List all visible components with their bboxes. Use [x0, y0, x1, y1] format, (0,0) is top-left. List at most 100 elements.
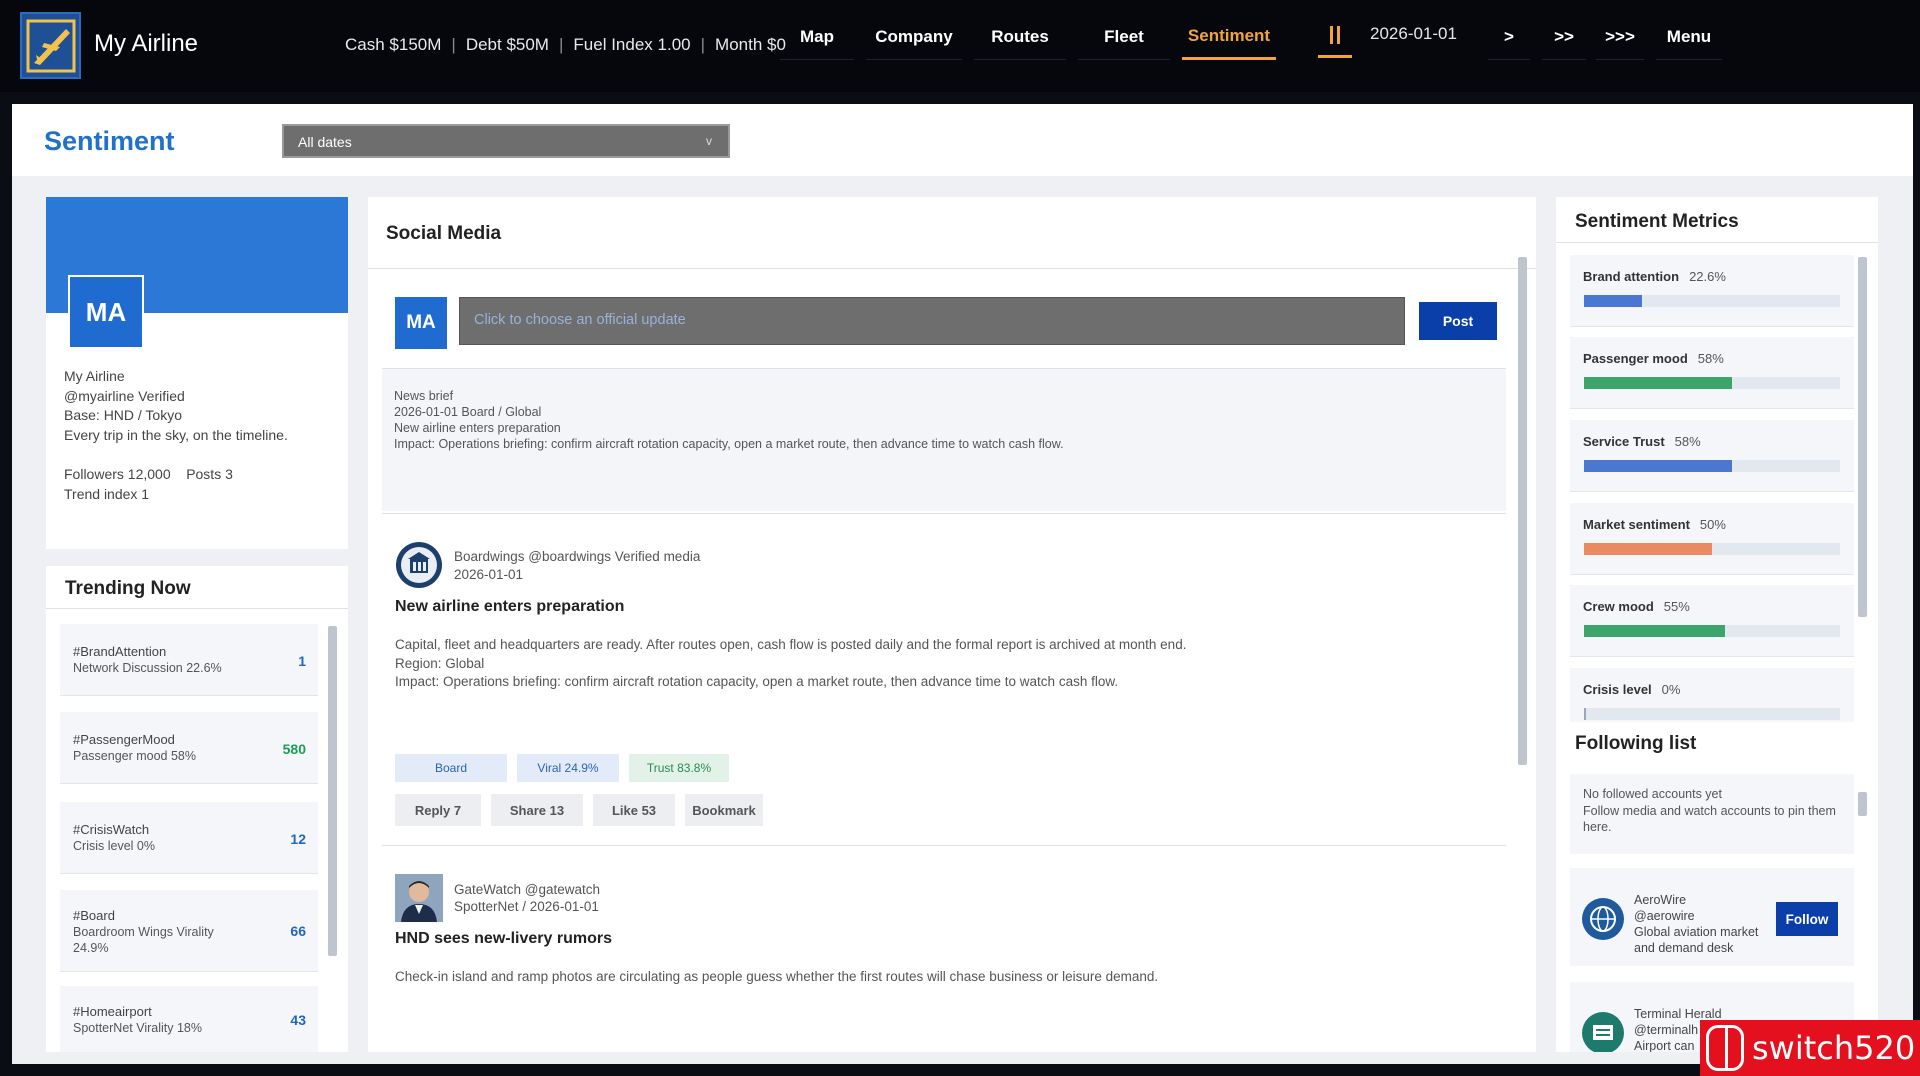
- compose-avatar: MA: [395, 297, 447, 349]
- profile-followers: Followers 12,000: [64, 466, 171, 482]
- trending-scrollbar[interactable]: [328, 626, 337, 956]
- trend-count: 12: [290, 831, 306, 847]
- feed-scrollbar[interactable]: [1518, 257, 1527, 765]
- post-impact: Impact: Operations briefing: confirm air…: [395, 674, 1119, 689]
- pause-icon-bar: [1337, 25, 1340, 44]
- following-scrollbar[interactable]: [1858, 792, 1867, 816]
- post-tag-viral: Viral 24.9%: [517, 754, 619, 782]
- post-title: New airline enters preparation: [395, 598, 625, 615]
- nav-sentiment[interactable]: Sentiment: [1182, 14, 1276, 60]
- trend-item[interactable]: #Homeairport SpotterNet Virality 18% 43: [60, 986, 318, 1052]
- person-avatar-icon: [395, 874, 443, 922]
- like-button[interactable]: Like 53: [593, 794, 675, 826]
- profile-trend-index: Trend index 1: [64, 485, 150, 502]
- post-date: SpotterNet / 2026-01-01: [454, 899, 599, 914]
- divider: [382, 513, 1506, 514]
- watermark-text: switch520: [1752, 1029, 1916, 1067]
- terminal-herald-avatar[interactable]: [1582, 1012, 1624, 1052]
- nav-company[interactable]: Company: [866, 14, 962, 60]
- metric-bar-fill: [1584, 295, 1642, 307]
- pause-icon: [1330, 25, 1333, 44]
- company-stats: Cash $150M | Debt $50M | Fuel Index 1.00 | Mon…: [345, 35, 786, 55]
- month-stat: Month $0: [715, 35, 786, 54]
- stat-separator: |: [451, 35, 456, 54]
- profile-counts: Followers 12,000 Posts 3: [64, 465, 288, 485]
- metric-value: 58%: [1697, 351, 1724, 366]
- follow-button[interactable]: Follow: [1776, 902, 1838, 936]
- menu-button[interactable]: Menu: [1656, 14, 1722, 60]
- metric-bar-fill: [1584, 708, 1587, 720]
- building-badge-icon: [396, 542, 442, 588]
- metric-value: 22.6%: [1689, 269, 1726, 284]
- follow-account-info: AeroWire @aerowire Global aviation marke…: [1634, 892, 1774, 956]
- metric-name: Passenger mood: [1583, 351, 1688, 366]
- brief-impact: Impact: Operations briefing: confirm air…: [394, 437, 1064, 451]
- metric-value: 0%: [1661, 682, 1681, 697]
- date-filter-select[interactable]: All dates v: [282, 124, 730, 158]
- trend-desc: Crisis level 0%: [73, 839, 155, 853]
- trend-item[interactable]: #Board Boardroom Wings Virality 24.9% 66: [60, 890, 318, 972]
- metric-label: Brand attention 22.6%: [1583, 269, 1726, 284]
- account-desc: Global aviation market and demand desk: [1634, 925, 1759, 955]
- following-empty-note: No followed accounts yet Follow media an…: [1570, 774, 1854, 854]
- trend-desc: Passenger mood 58%: [73, 749, 196, 763]
- reply-button[interactable]: Reply 7: [395, 794, 481, 826]
- profile-details: My Airline @myairline Verified Base: HND…: [64, 367, 288, 504]
- pause-button[interactable]: [1318, 14, 1352, 58]
- trending-title: Trending Now: [65, 578, 191, 599]
- speed-2-button[interactable]: >>: [1542, 14, 1586, 60]
- follow-suggestion: AeroWire @aerowire Global aviation marke…: [1570, 868, 1854, 966]
- bookmark-button[interactable]: Bookmark: [685, 794, 763, 826]
- metrics-scrollbar[interactable]: [1858, 257, 1867, 617]
- post-date: 2026-01-01: [454, 567, 524, 582]
- trend-item[interactable]: #BrandAttention Network Discussion 22.6%…: [60, 624, 318, 696]
- profile-avatar[interactable]: MA: [68, 275, 144, 349]
- metric-name: Brand attention: [1583, 269, 1680, 284]
- app-title: My Airline: [94, 30, 199, 57]
- nav-routes[interactable]: Routes: [974, 14, 1066, 60]
- share-button[interactable]: Share 13: [491, 794, 583, 826]
- divider: [1556, 242, 1878, 243]
- empty-note-line: Follow media and watch accounts to pin t…: [1583, 803, 1836, 835]
- profile-tagline: Every trip in the sky, on the timeline.: [64, 426, 288, 443]
- trend-tag: #BrandAttention: [73, 644, 167, 659]
- metric-bar: [1584, 377, 1840, 389]
- following-title: Following list: [1575, 733, 1697, 754]
- trend-count: 43: [290, 1012, 306, 1028]
- metric-label: Passenger mood 58%: [1583, 351, 1724, 366]
- empty-note-line: No followed accounts yet: [1583, 787, 1722, 801]
- page-title: Sentiment: [44, 126, 175, 156]
- metric-crew-mood: Crew mood 55%: [1570, 585, 1854, 657]
- gatewatch-avatar[interactable]: [395, 874, 443, 922]
- metric-bar-fill: [1584, 377, 1733, 389]
- post-button[interactable]: Post: [1419, 302, 1497, 340]
- profile-base: Base: HND / Tokyo: [64, 407, 183, 423]
- game-console-icon: [1706, 1025, 1744, 1071]
- nav-fleet[interactable]: Fleet: [1078, 14, 1170, 60]
- metric-bar: [1584, 708, 1840, 720]
- trend-desc: SpotterNet Virality 18%: [73, 1021, 202, 1035]
- boardwings-avatar[interactable]: [395, 541, 443, 589]
- nav-map[interactable]: Map: [780, 14, 854, 60]
- speed-3-button[interactable]: >>>: [1596, 14, 1644, 60]
- metric-service-trust: Service Trust 58%: [1570, 420, 1854, 492]
- post-tag-board[interactable]: Board: [395, 754, 507, 782]
- trend-item[interactable]: #PassengerMood Passenger mood 58% 580: [60, 712, 318, 784]
- page-header: Sentiment All dates v: [12, 104, 1913, 176]
- post-author: GateWatch @gatewatch: [454, 882, 601, 897]
- profile-handle: @myairline Verified: [64, 387, 185, 404]
- stat-separator: |: [558, 35, 564, 54]
- aerowire-avatar[interactable]: [1582, 898, 1624, 940]
- metric-value: 55%: [1663, 599, 1690, 614]
- metric-crisis-level: Crisis level 0%: [1570, 668, 1854, 722]
- metric-bar: [1584, 295, 1840, 307]
- official-update-input[interactable]: Click to choose an official update: [459, 297, 1405, 345]
- chevron-down-icon: v: [706, 134, 712, 148]
- metric-passenger-mood: Passenger mood 58%: [1570, 337, 1854, 409]
- news-brief: News brief 2026-01-01 Board / Global New…: [382, 369, 1506, 511]
- metric-label: Crew mood 55%: [1583, 599, 1690, 614]
- brief-title: New airline enters preparation: [394, 421, 561, 435]
- speed-1-button[interactable]: >: [1488, 14, 1530, 60]
- trend-desc: Network Discussion 22.6%: [73, 661, 222, 675]
- trend-item[interactable]: #CrisisWatch Crisis level 0% 12: [60, 802, 318, 874]
